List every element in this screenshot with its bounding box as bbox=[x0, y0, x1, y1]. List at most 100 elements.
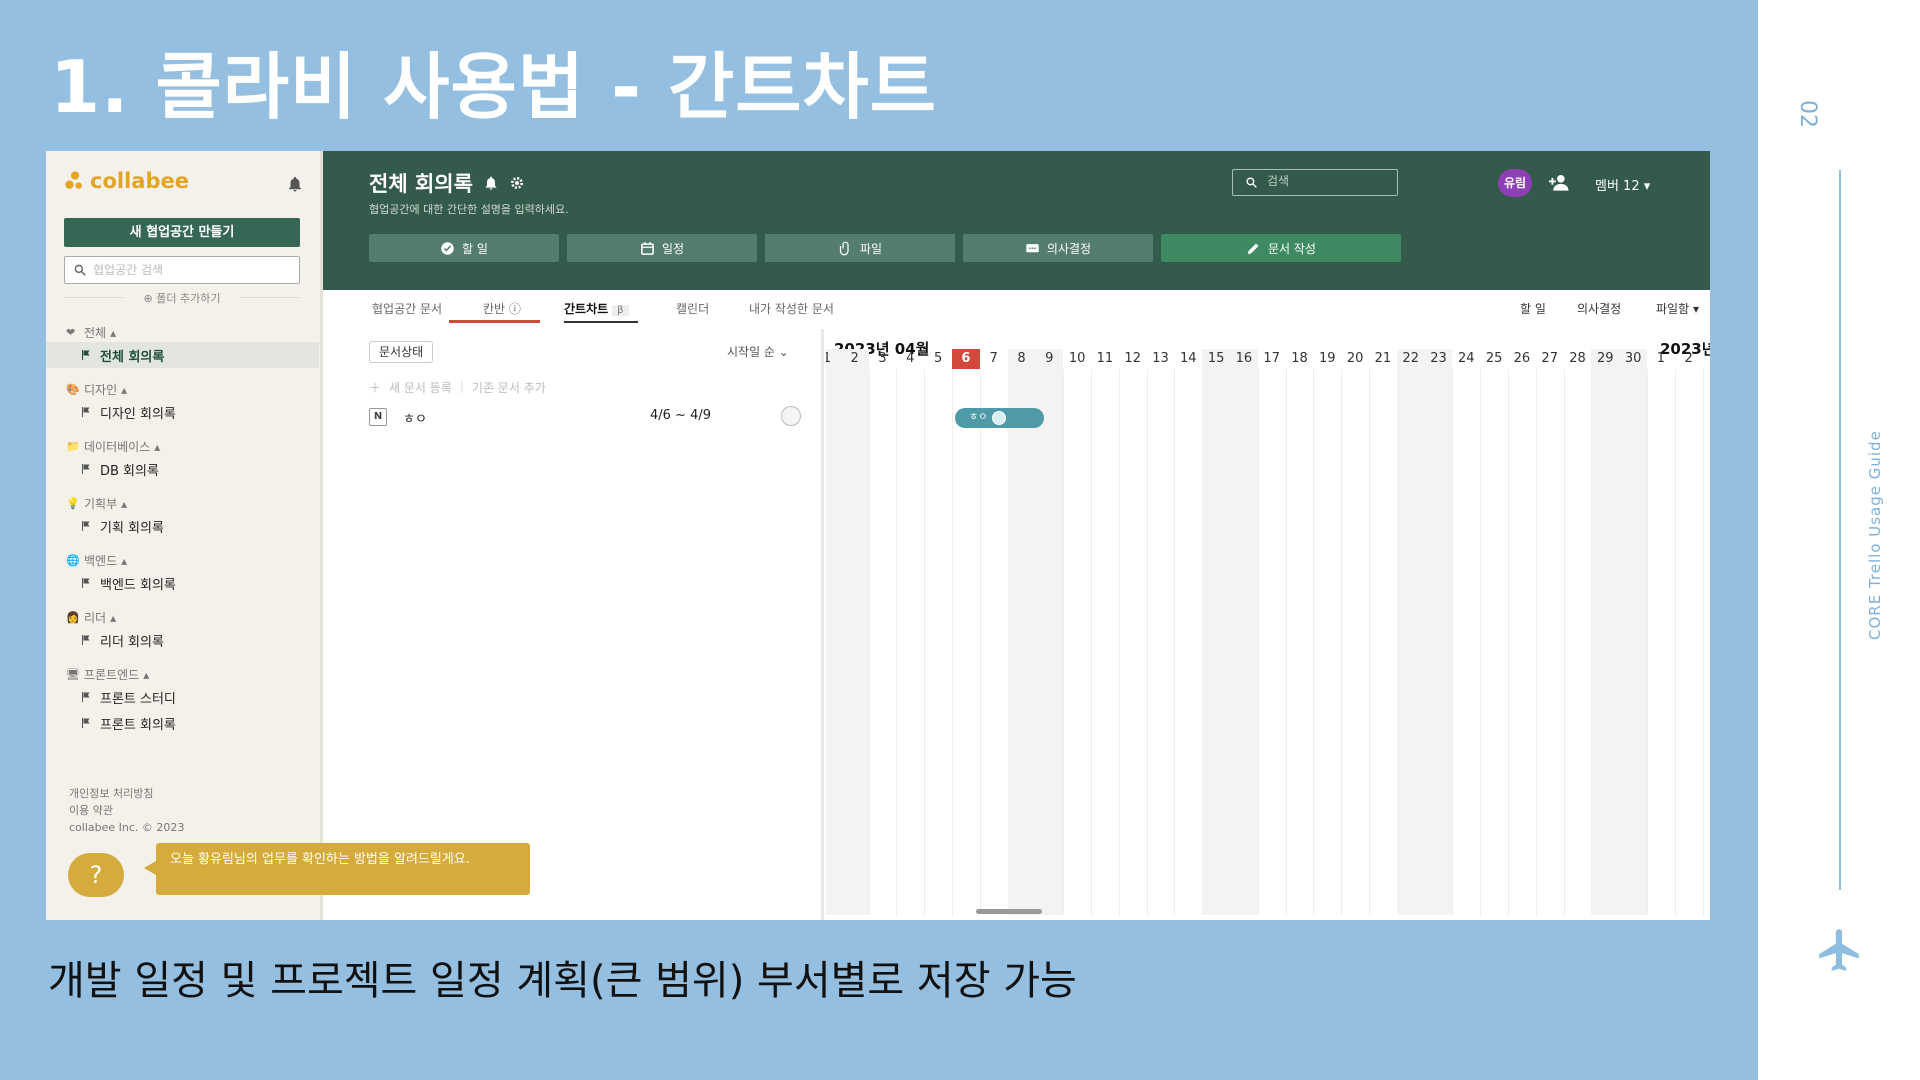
day-column bbox=[840, 349, 869, 915]
palette-icon: 🎨 bbox=[66, 383, 80, 396]
day-column bbox=[1202, 349, 1230, 915]
calendar-icon bbox=[641, 241, 654, 255]
side-text: CORE Trello Usage Guide bbox=[1866, 430, 1884, 640]
folder-planning[interactable]: 💡 기획부 ▴ bbox=[66, 495, 127, 512]
file-button[interactable]: 파일 bbox=[765, 234, 955, 262]
day-column bbox=[1230, 349, 1258, 915]
members-dropdown[interactable]: 멤버 12 ▾ bbox=[1595, 175, 1650, 194]
tab-my-docs[interactable]: 내가 작성한 문서 bbox=[749, 300, 834, 317]
board-frontend-study[interactable]: 프론트 스터디 bbox=[46, 684, 319, 710]
folder-label: 백엔드 bbox=[84, 554, 118, 568]
bell-icon[interactable] bbox=[286, 175, 304, 193]
board-backend-minutes[interactable]: 백엔드 회의록 bbox=[46, 570, 319, 596]
filebox-dropdown[interactable]: 파일함 ▾ bbox=[1656, 300, 1699, 317]
plus-icon: ＋ bbox=[369, 381, 382, 395]
sort-dropdown[interactable]: 시작일 순 ⌄ bbox=[727, 343, 789, 360]
privacy-link[interactable]: 개인정보 처리방침 bbox=[69, 785, 184, 802]
day-number: 3 bbox=[878, 351, 887, 366]
day-number: 24 bbox=[1458, 351, 1475, 366]
tab-kanban[interactable]: 칸반 ⓘ bbox=[483, 300, 521, 317]
space-search-input[interactable] bbox=[93, 261, 293, 279]
board-all-minutes[interactable]: 전체 회의록 bbox=[46, 342, 319, 368]
new-doc-row: ＋ 새 문서 등록 | 기존 문서 추가 bbox=[369, 379, 546, 396]
new-space-button[interactable]: 새 협업공간 만들기 bbox=[64, 218, 300, 247]
collabee-logo-icon bbox=[65, 171, 82, 189]
slide-caption: 개발 일정 및 프로젝트 일정 계획(큰 범위) 부서별로 저장 가능 bbox=[48, 958, 1077, 1004]
folder-frontend[interactable]: 🖥 프론트엔드 ▴ bbox=[66, 666, 149, 683]
board-description[interactable]: 협업공간에 대한 간단한 설명을 입력하세요. bbox=[369, 201, 569, 217]
day-number: 10 bbox=[1068, 351, 1086, 366]
day-gridline bbox=[1702, 369, 1704, 915]
tab-calendar[interactable]: 캘린더 bbox=[676, 300, 709, 317]
todo-filter[interactable]: 할 일 bbox=[1520, 300, 1546, 317]
status-filter[interactable]: 문서상태 bbox=[369, 341, 434, 363]
tab-space-docs[interactable]: 협업공간 문서 bbox=[372, 300, 442, 317]
todo-label: 할 일 bbox=[462, 241, 488, 256]
new-doc-button[interactable]: 새 문서 등록 bbox=[389, 379, 452, 396]
header-search bbox=[1232, 169, 1398, 196]
tab-label: 칸반 bbox=[483, 302, 506, 316]
task-bar-label: ㅎㅇ bbox=[969, 412, 988, 423]
copyright: collabee Inc. © 2023 bbox=[69, 821, 185, 834]
decision-button[interactable]: 의사결정 bbox=[963, 234, 1153, 262]
help-button[interactable]: ? bbox=[68, 853, 124, 897]
board-planning-minutes[interactable]: 기획 회의록 bbox=[46, 513, 319, 539]
folder-label: 기획부 bbox=[84, 497, 118, 511]
board-design-minutes[interactable]: 디자인 회의록 bbox=[46, 399, 319, 425]
board-header: 전체 회의록 협업공간에 대한 간단한 설명을 입력하세요. 유림 멤버 12 … bbox=[323, 151, 1710, 290]
day-number: 18 bbox=[1291, 351, 1308, 366]
add-folder-button[interactable]: ⊕ 폴더 추가하기 bbox=[64, 290, 300, 306]
day-column bbox=[1174, 349, 1202, 915]
folder-all[interactable]: ❤ 전체 ▴ bbox=[66, 324, 116, 341]
add-member-icon[interactable] bbox=[1549, 173, 1571, 193]
day-column bbox=[1452, 349, 1480, 915]
members-label: 멤버 12 bbox=[1595, 179, 1640, 194]
day-number: 25 bbox=[1485, 351, 1503, 366]
doc-row[interactable]: N ㅎㅇ 4/6 ~ 4/9 bbox=[369, 406, 809, 430]
folder-label: 전체 bbox=[84, 326, 107, 340]
folder-backend[interactable]: 🌐 백엔드 ▴ bbox=[66, 552, 127, 569]
schedule-button[interactable]: 일정 bbox=[567, 234, 757, 262]
slide-title: 1. 콜라비 사용법 - 간트차트 bbox=[50, 45, 937, 129]
terms-link[interactable]: 이용 약관 bbox=[69, 802, 184, 819]
day-number: 8 bbox=[1017, 351, 1026, 366]
bell-icon[interactable] bbox=[483, 175, 499, 191]
todo-button[interactable]: 할 일 bbox=[369, 234, 559, 262]
flag-icon bbox=[82, 407, 90, 417]
day-column bbox=[1063, 349, 1091, 915]
legal-links: 개인정보 처리방침 이용 약관 collabee Inc. © 2023 bbox=[69, 785, 184, 836]
board-frontend-minutes[interactable]: 프론트 회의록 bbox=[46, 710, 319, 736]
day-column bbox=[896, 349, 924, 915]
board-title-text: 전체 회의록 bbox=[369, 172, 473, 196]
flag-icon bbox=[82, 692, 90, 702]
gantt-task-bar[interactable]: ㅎㅇ bbox=[955, 408, 1045, 428]
avatar[interactable]: 유림 bbox=[1498, 169, 1532, 197]
paperclip-icon bbox=[839, 241, 849, 255]
decision-filter[interactable]: 의사결정 bbox=[1577, 300, 1621, 317]
gear-icon[interactable] bbox=[509, 175, 525, 191]
beta-badge: β bbox=[612, 305, 629, 316]
horizontal-scrollbar[interactable] bbox=[976, 909, 1042, 914]
tab-label: 간트차트 bbox=[564, 302, 609, 316]
board-db-minutes[interactable]: DB 회의록 bbox=[46, 456, 319, 482]
day-number: 14 bbox=[1180, 351, 1197, 366]
info-icon: ⓘ bbox=[508, 302, 521, 316]
folder-database[interactable]: 📁 데이터베이스 ▴ bbox=[66, 438, 160, 455]
board-title: 전체 회의록 bbox=[369, 168, 525, 198]
tab-gantt[interactable]: 간트차트 β bbox=[564, 300, 629, 317]
folder-label: 데이터베이스 bbox=[84, 440, 151, 454]
board-leader-minutes[interactable]: 리더 회의록 bbox=[46, 627, 319, 653]
folder-design[interactable]: 🎨 디자인 ▴ bbox=[66, 381, 127, 398]
flag-icon bbox=[82, 635, 90, 645]
existing-doc-button[interactable]: 기존 문서 추가 bbox=[472, 379, 546, 396]
pencil-icon bbox=[1247, 243, 1259, 254]
write-doc-label: 문서 작성 bbox=[1268, 241, 1316, 256]
header-search-input[interactable] bbox=[1267, 174, 1387, 188]
day-number: 1 bbox=[826, 351, 832, 366]
logo[interactable]: collabee bbox=[64, 169, 189, 193]
write-doc-button[interactable]: 문서 작성 bbox=[1161, 234, 1401, 262]
day-column bbox=[1007, 349, 1036, 915]
day-column bbox=[1258, 349, 1286, 915]
day-column bbox=[1313, 349, 1341, 915]
folder-leader[interactable]: 👩 리더 ▴ bbox=[66, 609, 116, 626]
